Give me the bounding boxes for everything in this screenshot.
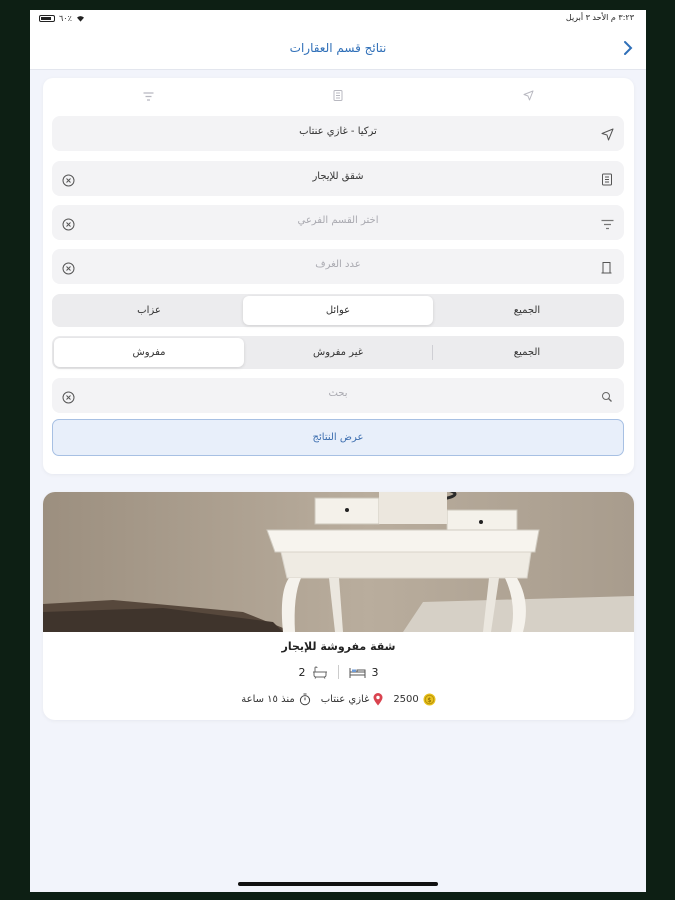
home-indicator — [238, 882, 438, 886]
filter-header-icons — [43, 86, 634, 101]
listing-specs: 2 3 — [43, 665, 634, 679]
bathrooms-count: 2 — [298, 665, 306, 679]
coin-icon: $ — [423, 693, 436, 706]
furnish-segmented-control: الجميع غير مفروش مفروش — [52, 336, 624, 369]
navigation-bar: نتائج قسم العقارات — [30, 28, 646, 70]
listing-meta: منذ ١٥ ساعة غازي عنتاب 2500 $ — [43, 693, 634, 706]
listing-photo — [43, 492, 634, 632]
navigation-arrow-icon — [601, 126, 615, 141]
filter-icon — [601, 215, 615, 230]
location-pin-icon — [373, 693, 383, 706]
building-icon — [601, 171, 615, 186]
listing-title: شقة مفروشة للإيجار — [281, 640, 396, 653]
search-field[interactable]: بحث — [52, 378, 624, 413]
specs-divider — [337, 665, 339, 679]
location-value: تركيا - غازي عنتاب — [299, 126, 377, 137]
show-results-button[interactable]: عرض النتائج — [52, 419, 624, 456]
filter-icon — [143, 86, 154, 105]
bedrooms-count: 3 — [371, 665, 379, 679]
family-segmented-control: الجميع عوائل عزاب — [52, 294, 624, 327]
wifi-icon — [76, 16, 84, 22]
clear-icon[interactable] — [62, 216, 75, 231]
category-field[interactable]: شقق للإيجار — [52, 161, 624, 196]
clear-icon[interactable] — [62, 172, 75, 187]
navigation-arrow-icon — [523, 86, 534, 105]
svg-text:$: $ — [427, 696, 431, 704]
segment-furnish-all[interactable]: الجميع — [432, 338, 622, 367]
segment-family-singles[interactable]: عزاب — [54, 296, 244, 325]
building-icon — [333, 86, 343, 105]
segment-family-all[interactable]: الجميع — [432, 296, 622, 325]
app-screen: ٦٠٪ ٣:٢٣ م الأحد ٣ أبريل نتائج قسم العقا… — [30, 10, 646, 892]
subcategory-placeholder: اختر القسم الفرعي — [297, 215, 379, 226]
subcategory-field[interactable]: اختر القسم الفرعي — [52, 205, 624, 240]
city: غازي عنتاب — [320, 694, 370, 705]
timer-icon — [299, 693, 310, 706]
back-button[interactable] — [618, 38, 638, 58]
rooms-field[interactable]: عدد الغرف — [52, 249, 624, 284]
bath-icon — [312, 665, 327, 679]
price: 2500 — [393, 694, 419, 705]
search-icon — [601, 388, 615, 402]
filter-panel: تركيا - غازي عنتاب شقق للإيجار اختر القس… — [43, 78, 634, 474]
segment-family-families[interactable]: عوائل — [243, 296, 433, 325]
segment-furnish-unfurnished[interactable]: غير مفروش — [243, 338, 433, 367]
posted-time: منذ ١٥ ساعة — [241, 694, 295, 705]
battery-icon — [39, 15, 55, 22]
location-field[interactable]: تركيا - غازي عنتاب — [52, 116, 624, 151]
status-bar: ٦٠٪ ٣:٢٣ م الأحد ٣ أبريل — [30, 10, 646, 28]
back-chevron-icon — [624, 41, 633, 55]
rooms-placeholder: عدد الغرف — [315, 259, 361, 270]
status-indicators: ٦٠٪ — [39, 14, 85, 23]
segment-furnish-furnished[interactable]: مفروش — [54, 338, 244, 367]
clear-icon[interactable] — [62, 389, 75, 404]
clear-icon[interactable] — [62, 260, 75, 275]
category-value: شقق للإيجار — [312, 171, 364, 182]
status-datetime: ٣:٢٣ م الأحد ٣ أبريل — [565, 13, 634, 22]
door-icon — [601, 259, 615, 274]
page-title: نتائج قسم العقارات — [289, 41, 387, 55]
battery-level: ٦٠٪ — [59, 14, 72, 23]
bed-icon — [349, 667, 365, 678]
listing-card[interactable]: شقة مفروشة للإيجار 2 3 منذ ١٥ ساعة غازي … — [43, 492, 634, 720]
search-placeholder: بحث — [328, 388, 348, 399]
